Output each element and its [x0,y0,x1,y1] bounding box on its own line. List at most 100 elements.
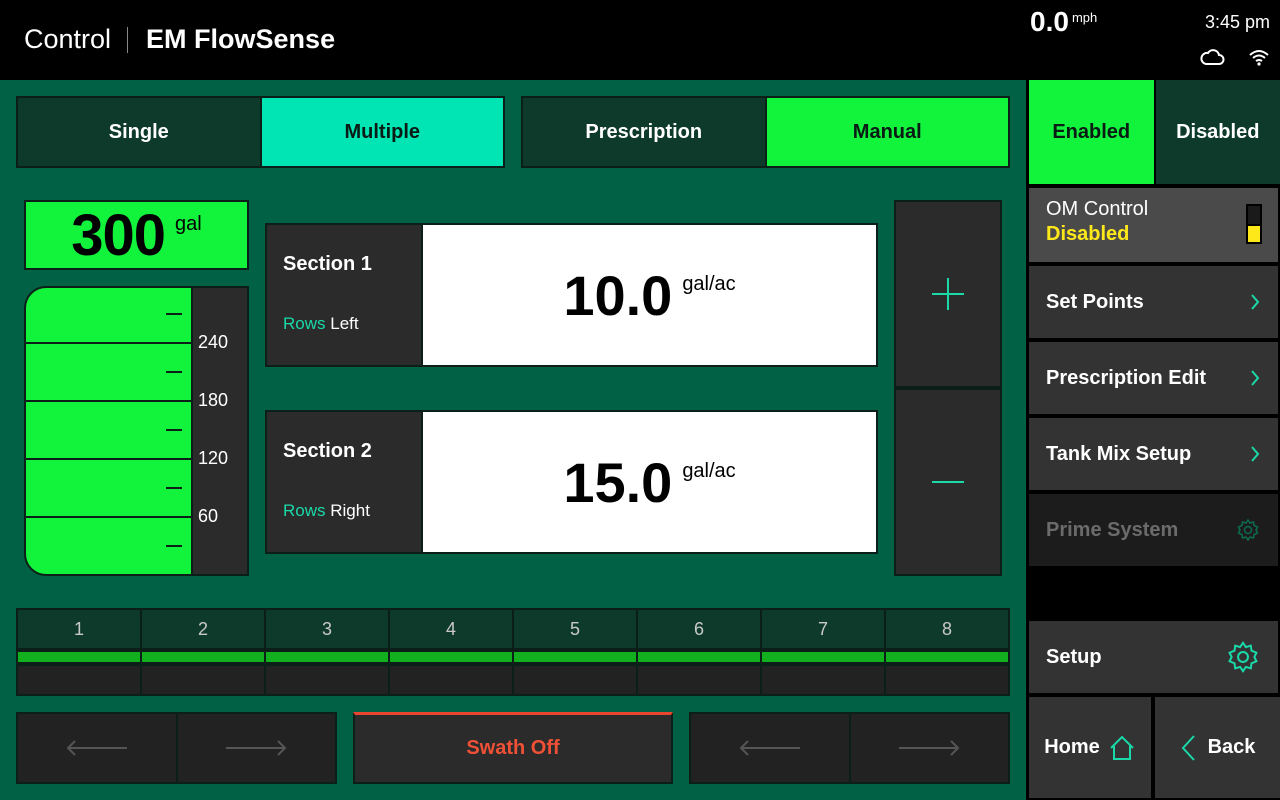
section-2-card[interactable]: Section 2 Rows Right 15.0 gal/ac [265,410,878,554]
back-button[interactable]: Back [1155,697,1280,798]
left-shift-right-button[interactable] [177,714,335,782]
left-arrow-group [16,712,337,784]
rows-value: Right [330,501,370,520]
om-control-status[interactable]: OM Control Disabled [1029,188,1278,262]
rate-unit: gal/ac [682,459,736,482]
rate-manual-option[interactable]: Manual [766,98,1008,166]
row-number: 6 [638,610,760,648]
row-active-bar [266,652,388,662]
row-status-slot [266,666,388,694]
tank-volume-unit: gal [175,212,202,235]
right-arrow-group [689,712,1010,784]
left-shift-left-button[interactable] [18,714,176,782]
sidebar: Enabled Disabled OM Control Disabled Set… [1026,80,1280,800]
tank-tick [166,487,182,489]
tank-mix-setup-button[interactable]: Tank Mix Setup [1029,418,1278,490]
home-icon [1110,735,1134,760]
mode-toggle: Single Multiple [16,96,505,168]
cloud-icon [1200,49,1225,65]
row-status-cell[interactable]: 5 [514,610,636,694]
tank-scale-label: 120 [198,448,229,468]
setup-label: Setup [1046,645,1102,668]
row-number: 8 [886,610,1008,648]
enabled-option[interactable]: Enabled [1029,80,1154,184]
row-active-bar [514,652,636,662]
tank-gridline [26,458,191,460]
row-status-cell[interactable]: 8 [886,610,1008,694]
row-number: 5 [514,610,636,648]
row-status-slot [886,666,1008,694]
section-rate[interactable]: 15.0 gal/ac [421,412,876,552]
row-status-cell[interactable]: 7 [762,610,884,694]
row-status-slot [18,666,140,694]
tank-tick [166,313,182,315]
row-status-cell[interactable]: 6 [638,610,760,694]
speed-readout: 0.0 mph [1030,6,1097,38]
row-status-cell[interactable]: 2 [142,610,264,694]
rate-source-toggle: Prescription Manual [521,96,1010,168]
swath-off-button[interactable]: Swath Off [353,712,673,784]
om-level-fill [1248,224,1260,242]
screen-name: EM FlowSense [146,24,336,54]
row-status-slot [638,666,760,694]
tank-scale-label: 180 [198,390,229,410]
row-status-cell[interactable]: 1 [18,610,140,694]
row-number: 3 [266,610,388,648]
decrease-rate-button[interactable] [894,388,1002,576]
disabled-option[interactable]: Disabled [1155,80,1280,184]
speed-value: 0.0 [1030,6,1069,37]
arrow-right-icon [226,740,287,756]
section-info: Section 1 Rows Left [267,225,421,365]
menu-label: Prescription Edit [1046,366,1207,389]
tank-volume-readout: 300 gal [24,200,249,270]
arrow-left-icon [739,740,800,756]
tank-level-gauge: 240 180 120 60 [24,286,249,576]
set-points-button[interactable]: Set Points [1029,266,1278,338]
row-status-slot [390,666,512,694]
tank-volume-value: 300 [71,202,166,268]
tank-tick [166,429,182,431]
section-rate[interactable]: 10.0 gal/ac [421,225,876,365]
home-button[interactable]: Home [1029,697,1151,798]
section-name: Section 2 [283,440,372,462]
row-active-bar [638,652,760,662]
increase-rate-button[interactable] [894,200,1002,388]
om-control-label: OM Control [1046,198,1149,220]
tank-gridline [26,400,191,402]
om-control-state: Disabled [1046,223,1130,245]
rate-prescription-option[interactable]: Prescription [523,98,765,166]
top-bar: Control EM FlowSense 0.0 mph 3:45 pm [0,0,1280,80]
row-number: 7 [762,610,884,648]
section-info: Section 2 Rows Right [267,412,421,552]
prescription-edit-button[interactable]: Prescription Edit [1029,342,1278,414]
rows-key: Rows [283,314,326,333]
rows-key: Rows [283,501,326,520]
row-active-bar [142,652,264,662]
chevron-right-icon [1251,446,1260,462]
row-status-cell[interactable]: 3 [266,610,388,694]
row-status-slot [762,666,884,694]
chevron-right-icon [1251,370,1260,386]
chevron-right-icon [1251,294,1260,310]
right-shift-left-button[interactable] [691,714,849,782]
tank-tick [166,545,182,547]
row-status-cell[interactable]: 4 [390,610,512,694]
mode-single-option[interactable]: Single [18,98,260,166]
gear-icon [1228,641,1258,673]
mode-multiple-option[interactable]: Multiple [261,98,503,166]
setup-button[interactable]: Setup [1029,621,1278,693]
speed-unit: mph [1071,10,1098,25]
row-active-bar [762,652,884,662]
section-1-card[interactable]: Section 1 Rows Left 10.0 gal/ac [265,223,878,367]
right-shift-right-button[interactable] [850,714,1008,782]
row-active-bar [390,652,512,662]
rows-value: Left [330,314,359,333]
tank-fill [26,288,191,574]
section-rows: Rows Right [283,501,421,521]
row-status-slot [514,666,636,694]
gear-icon [1237,518,1259,542]
rate-value: 15.0 [563,450,673,514]
rate-unit: gal/ac [682,272,736,295]
wifi-icon [1249,50,1269,66]
row-number: 2 [142,610,264,648]
